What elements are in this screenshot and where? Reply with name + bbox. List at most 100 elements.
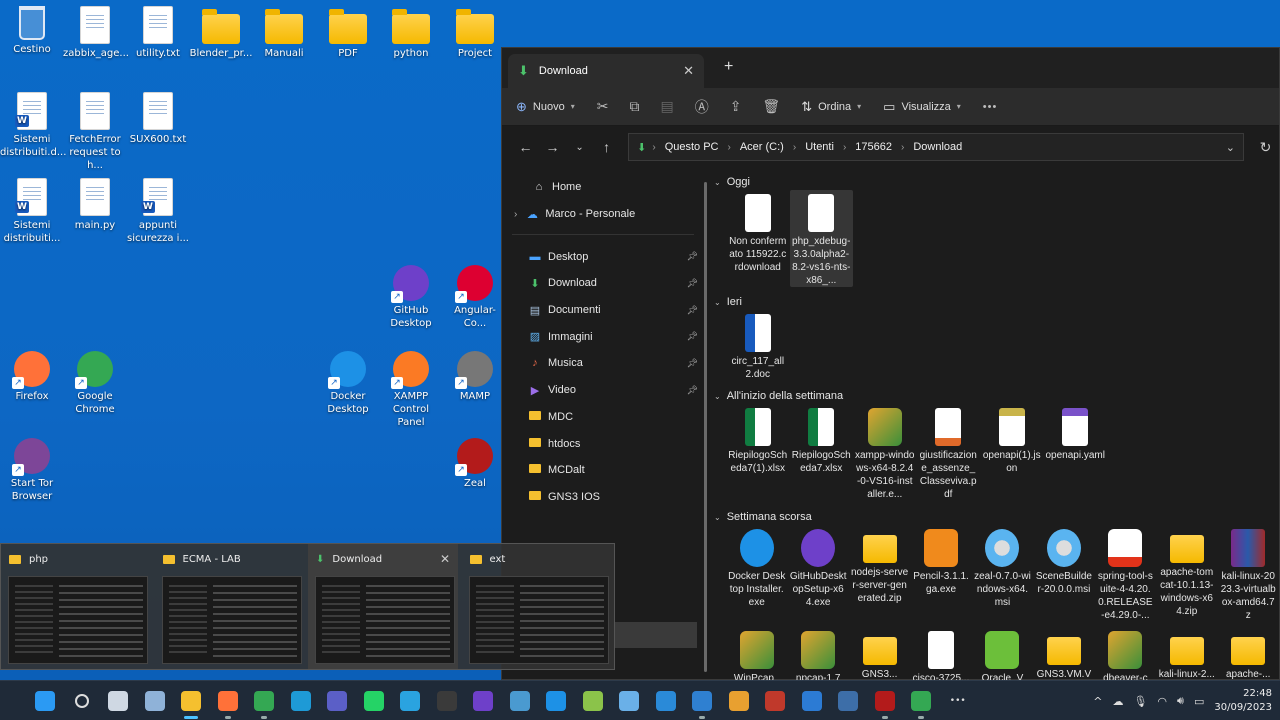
virtualbox-icon[interactable]: [137, 681, 174, 720]
group-header[interactable]: ⌄ All'inizio della settimana: [714, 388, 1279, 404]
expand-chevron-icon[interactable]: ›: [514, 209, 517, 220]
file-item[interactable]: openapi(1).json: [980, 404, 1044, 501]
docker-icon[interactable]: [538, 681, 575, 720]
pin-icon[interactable]: 📌︎: [687, 331, 698, 342]
chevron-down-icon[interactable]: ⌄: [1226, 141, 1235, 154]
window-preview[interactable]: php: [1, 544, 151, 669]
nav-item[interactable]: ♪ Musica 📌︎: [502, 350, 704, 377]
nav-item[interactable]: ⌂ Home: [502, 174, 704, 201]
vscode-icon[interactable]: [684, 681, 721, 720]
nav-item[interactable]: htdocs: [502, 430, 704, 457]
delete-icon[interactable]: 🗑︎: [762, 98, 780, 115]
file-item[interactable]: RiepilogoScheda7.xlsx: [790, 404, 854, 501]
desktop-icon[interactable]: Project: [443, 6, 507, 60]
desktop-icon[interactable]: MAMP: [443, 351, 507, 403]
desktop-icon[interactable]: Sistemi distribuiti.d...: [0, 92, 66, 159]
nav-item[interactable]: MCDalt: [502, 457, 704, 484]
desktop-icon[interactable]: Docker Desktop: [316, 351, 380, 416]
desktop-icon[interactable]: zabbix_age...: [63, 6, 129, 60]
chrome-profile-icon[interactable]: [903, 681, 940, 720]
breadcrumb-item[interactable]: Utenti: [805, 141, 834, 153]
nav-item[interactable]: MDC: [502, 404, 704, 431]
new-button[interactable]: ⊕ Nuovo ▾: [516, 99, 575, 115]
file-item[interactable]: GitHubDesktopSetup-x64.exe: [787, 525, 848, 622]
pin-icon[interactable]: 📌︎: [687, 385, 698, 396]
window-preview[interactable]: ECMA - LAB: [155, 544, 305, 669]
telegram-icon[interactable]: [392, 681, 429, 720]
cloud-app-icon[interactable]: [648, 681, 685, 720]
breadcrumb-item[interactable]: Acer (C:): [740, 141, 784, 153]
desktop-icon[interactable]: main.py: [63, 178, 127, 232]
zeal-icon[interactable]: [867, 681, 904, 720]
file-explorer-icon[interactable]: [173, 681, 210, 720]
file-item[interactable]: php_xdebug-3.3.0alpha2-8.2-vs16-nts-x86_…: [789, 190, 853, 287]
up-arrow-icon[interactable]: ↑: [593, 139, 620, 155]
start-icon[interactable]: [27, 681, 64, 720]
close-tab-icon[interactable]: ✕: [683, 63, 694, 79]
more-options-icon[interactable]: •••: [983, 101, 998, 113]
group-header[interactable]: ⌄ Ieri: [714, 294, 1279, 310]
file-item[interactable]: xampp-windows-x64-8.2.4-0-VS16-installer…: [853, 404, 917, 501]
breadcrumb-item[interactable]: Questo PC: [665, 141, 719, 153]
sourcetree-icon[interactable]: [794, 681, 831, 720]
desktop-icon[interactable]: utility.txt: [126, 6, 190, 60]
notepad-plus-icon[interactable]: [575, 681, 612, 720]
close-icon[interactable]: ✕: [440, 552, 450, 566]
file-item[interactable]: giustificazione_assenze_Classeviva.pdf: [917, 404, 981, 501]
nav-item[interactable]: GNS3 IOS: [502, 484, 704, 511]
group-header[interactable]: ⌄ Oggi: [714, 174, 1279, 190]
window-preview[interactable]: ext: [462, 544, 612, 669]
volume-icon[interactable]: 🔊︎: [1177, 694, 1184, 708]
firefox-icon[interactable]: [210, 681, 247, 720]
share-icon[interactable]: ⇪: [730, 98, 742, 115]
whatsapp-icon[interactable]: [356, 681, 393, 720]
file-item[interactable]: SceneBuilder-20.0.0.msi: [1033, 525, 1094, 622]
task-view-icon[interactable]: [100, 681, 137, 720]
microphone-icon[interactable]: 🎙︎: [1133, 695, 1147, 708]
desktop-icon[interactable]: PDF: [316, 6, 380, 60]
edge-icon[interactable]: [283, 681, 320, 720]
file-item[interactable]: circ_117_all2.doc: [726, 310, 790, 381]
file-item[interactable]: nodejs-server-server-generated.zip: [849, 525, 910, 622]
pin-icon[interactable]: 📌︎: [687, 305, 698, 316]
star-app-icon[interactable]: [721, 681, 758, 720]
desktop-icon[interactable]: XAMPP Control Panel: [379, 351, 443, 429]
desktop-icon[interactable]: Sistemi distribuiti...: [0, 178, 64, 245]
breadcrumb-item[interactable]: 175662: [855, 141, 892, 153]
refresh-icon[interactable]: ↻: [1252, 139, 1279, 156]
nav-item[interactable]: › ☁ Marco - Personale: [502, 201, 704, 228]
file-item[interactable]: RiepilogoScheda7(1).xlsx: [726, 404, 790, 501]
chevron-up-icon[interactable]: ^: [1093, 695, 1102, 708]
terminal-icon[interactable]: [429, 681, 466, 720]
breadcrumb-item[interactable]: Download: [913, 141, 962, 153]
wifi-icon[interactable]: ◠: [1157, 695, 1167, 708]
cut-icon[interactable]: ✂: [597, 98, 609, 115]
desktop-icon[interactable]: appunti sicurezza i...: [126, 178, 190, 245]
desktop-icon[interactable]: python: [379, 6, 443, 60]
desktop-icon[interactable]: FetchError request to h...: [63, 92, 127, 172]
network-app-icon[interactable]: [830, 681, 867, 720]
nav-item[interactable]: ▶ Video 📌︎: [502, 377, 704, 404]
back-arrow-icon[interactable]: ←: [512, 139, 539, 155]
paste-icon[interactable]: ▤: [660, 98, 673, 115]
view-button[interactable]: ▭ Visualizza ▾: [883, 99, 961, 115]
rename-icon[interactable]: Ⓐ: [695, 97, 709, 117]
nav-item[interactable]: ▬ Desktop 📌︎: [502, 243, 704, 270]
wireshark-icon[interactable]: [502, 681, 539, 720]
nav-item[interactable]: ⬇ Download 📌︎: [502, 270, 704, 297]
tab-download[interactable]: ⬇ Download ✕: [508, 54, 704, 88]
file-item[interactable]: zeal-0.7.0-windows-x64.msi: [972, 525, 1033, 622]
desktop-icon[interactable]: Blender_pr...: [189, 6, 253, 60]
file-item[interactable]: openapi.yaml: [1044, 404, 1108, 501]
file-item[interactable]: Docker Desktop Installer.exe: [726, 525, 787, 622]
window-preview[interactable]: ⬇ Download ✕: [308, 544, 458, 669]
file-item[interactable]: Non confermato 115922.crdownload: [726, 190, 790, 287]
desktop-icon[interactable]: Zeal: [443, 438, 507, 490]
file-item[interactable]: Pencil-3.1.1.ga.exe: [910, 525, 971, 622]
chrome-icon[interactable]: [246, 681, 283, 720]
file-item[interactable]: apache-tomcat-10.1.13-windows-x64.zip: [1156, 525, 1217, 622]
file-item[interactable]: kali-linux-2023.3-virtualbox-amd64.7z: [1218, 525, 1279, 622]
search-icon[interactable]: [64, 681, 101, 720]
desktop-icon[interactable]: Cestino: [0, 6, 64, 56]
onedrive-icon[interactable]: ☁: [1112, 695, 1123, 708]
